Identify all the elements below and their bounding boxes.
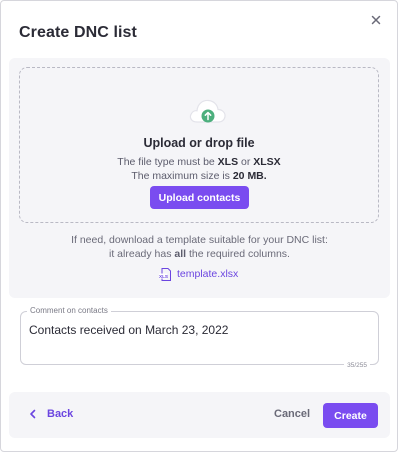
template-file-name: template.xlsx	[177, 268, 239, 280]
dialog-title: Create DNC list	[19, 24, 137, 41]
svg-text:XLS: XLS	[159, 273, 168, 278]
template-hint-line2: it already has all the required columns.	[9, 248, 390, 260]
dialog-footer: Back Cancel Create	[9, 392, 390, 438]
template-hint-prefix: it already has	[109, 248, 175, 260]
xls-file-icon: XLS	[158, 267, 173, 282]
comment-label: Comment on contacts	[27, 306, 111, 315]
max-size-value: 20 MB.	[232, 170, 267, 182]
template-hint-line1: If need, download a template suitable fo…	[71, 234, 328, 246]
close-icon[interactable]	[368, 12, 384, 28]
max-size-text: The maximum size is	[131, 170, 233, 182]
create-dnc-dialog: Create DNC list Upload or drop file The …	[0, 0, 398, 452]
back-label: Back	[47, 408, 74, 420]
create-button[interactable]: Create	[323, 403, 378, 428]
file-type-text: The file type must be	[117, 156, 218, 168]
cancel-button[interactable]: Cancel	[274, 408, 310, 420]
back-button[interactable]: Back	[29, 408, 73, 420]
comment-field[interactable]: Comment on contacts 35/255	[20, 306, 379, 369]
file-type-xls: XLS	[217, 156, 239, 168]
upload-contacts-button[interactable]: Upload contacts	[150, 186, 249, 209]
cloud-upload-icon	[187, 94, 229, 128]
upload-panel: Upload or drop file The file type must b…	[9, 58, 390, 298]
drop-title: Upload or drop file	[143, 136, 255, 150]
file-dropzone[interactable]: Upload or drop file The file type must b…	[19, 67, 379, 223]
max-size-hint: The maximum size is 20 MB.	[20, 170, 378, 182]
comment-input[interactable]	[29, 323, 369, 337]
file-type-xlsx: XLSX	[253, 156, 281, 168]
template-hint-suffix: the required columns.	[186, 248, 290, 260]
char-counter: 35/255	[344, 362, 370, 369]
template-hint-bold: all	[174, 248, 187, 260]
file-type-hint: The file type must be XLS or XLSX	[20, 156, 378, 168]
chevron-left-icon	[29, 409, 37, 419]
file-type-or: or	[238, 156, 254, 168]
template-download-link[interactable]: XLS template.xlsx	[158, 266, 238, 282]
